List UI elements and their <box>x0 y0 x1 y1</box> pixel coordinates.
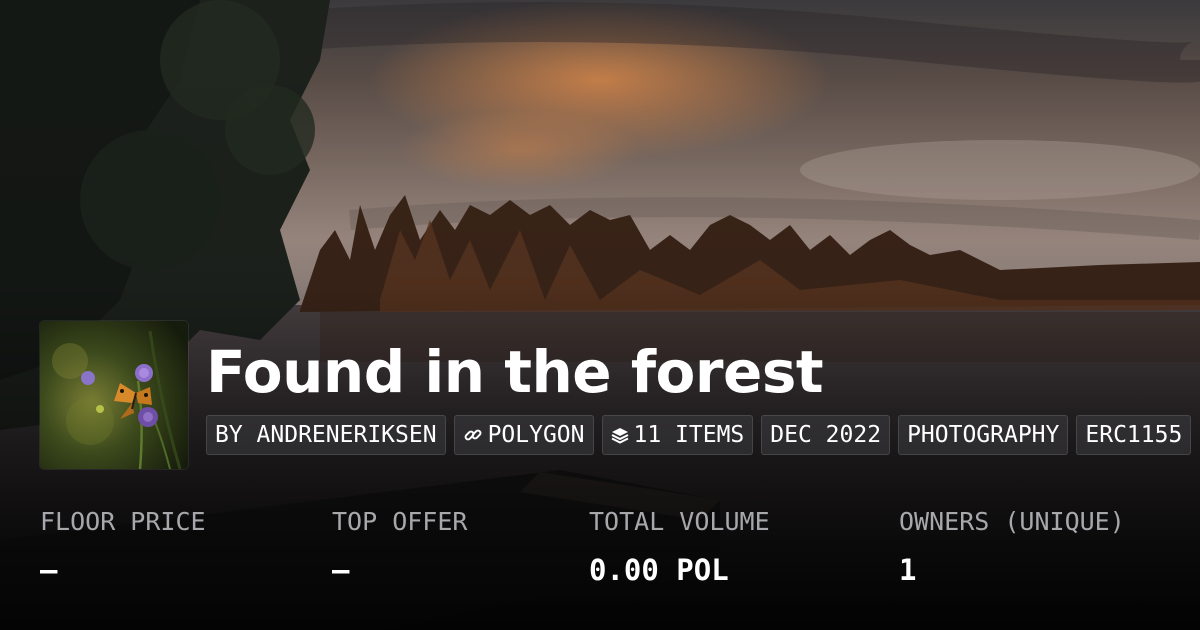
floor-price-stat: FLOOR PRICE — <box>40 500 206 592</box>
stat-value: 0.00 POL <box>589 553 729 587</box>
stat-value: — <box>332 553 350 587</box>
items-count-chip: 11 ITEMS <box>601 415 754 455</box>
chip-label: ERC1155 <box>1085 422 1183 448</box>
created-date-chip: DEC 2022 <box>761 415 891 455</box>
chain-chip: POLYGON <box>453 415 594 455</box>
chip-label: PHOTOGRAPHY <box>907 422 1060 448</box>
stat-value: 1 <box>899 553 917 587</box>
chip-label: BY ANDRENERIKSEN <box>215 422 437 448</box>
chip-label: 11 ITEMS <box>633 422 745 448</box>
link-icon <box>463 425 483 445</box>
creator-chip[interactable]: BY ANDRENERIKSEN <box>206 415 446 455</box>
stat-value: — <box>40 553 58 587</box>
collection-stats: FLOOR PRICE — TOP OFFER — TOTAL VOLUME 0… <box>0 500 1200 600</box>
stat-label: TOP OFFER <box>332 507 468 536</box>
stat-label: TOTAL VOLUME <box>589 507 770 536</box>
stat-label: FLOOR PRICE <box>40 507 206 536</box>
total-volume-stat: TOTAL VOLUME 0.00 POL <box>589 500 770 592</box>
butterfly-flower-image <box>40 321 188 469</box>
collection-thumbnail[interactable] <box>40 321 188 469</box>
layers-icon <box>611 426 629 444</box>
category-chip[interactable]: PHOTOGRAPHY <box>898 415 1069 455</box>
token-standard-chip: ERC1155 <box>1076 415 1192 455</box>
chip-label: DEC 2022 <box>770 422 882 448</box>
owners-stat: OWNERS (UNIQUE) 1 <box>899 500 1125 592</box>
chip-label: POLYGON <box>487 422 585 448</box>
stat-label: OWNERS (UNIQUE) <box>899 507 1125 536</box>
top-offer-stat: TOP OFFER — <box>332 500 467 592</box>
collection-info-chips: BY ANDRENERIKSEN POLYGON 11 ITEMS DEC 20… <box>206 415 1200 455</box>
collection-title: Found in the forest <box>206 338 824 406</box>
